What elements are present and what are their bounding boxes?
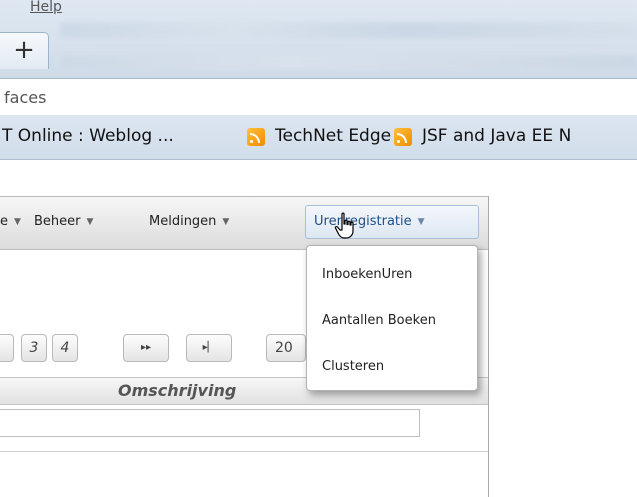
browser-toolbar: Help + — [0, 0, 637, 78]
menu-item-aantallen-boeken[interactable]: Aantallen Boeken — [322, 313, 436, 328]
page-button-4[interactable]: 4 — [52, 334, 78, 362]
rss-feed-icon — [394, 128, 412, 146]
hand-cursor-icon — [334, 212, 354, 239]
bookmark-weblog[interactable]: T Online : Weblog ... — [2, 126, 174, 146]
column-header-omschrijving[interactable]: Omschrijving — [118, 381, 236, 400]
new-tab-button[interactable]: + — [0, 32, 49, 69]
menu-item-beheer[interactable]: Beheer ▼ — [34, 214, 93, 229]
menu-bar-blurred — [60, 22, 637, 38]
rows-per-page-select[interactable]: 20 — [266, 334, 306, 362]
caret-down-icon: ▼ — [86, 217, 94, 227]
bookmark-jsf-java-ee[interactable]: JSF and Java EE N — [422, 126, 571, 146]
caret-down-icon: ▼ — [417, 217, 425, 227]
caret-down-icon: ▼ — [14, 217, 21, 227]
app-menubar: e ▼ Beheer ▼ Meldingen ▼ Urenregistratie ▼ — [0, 197, 488, 250]
bookmarks-bar: T Online : Weblog ... TechNet Edge JSF a… — [0, 115, 637, 160]
table-divider — [0, 451, 488, 452]
menu-item-urenregistratie[interactable]: Urenregistratie ▼ — [305, 205, 479, 239]
menu-item-clusteren[interactable]: Clusteren — [322, 359, 384, 374]
toolbar-blurred — [60, 55, 637, 69]
urenregistratie-dropdown: InboekenUren Aantallen Boeken Clusteren — [306, 245, 478, 391]
menu-item-meldingen[interactable]: Meldingen ▼ — [149, 214, 229, 229]
page-button-3[interactable]: 3 — [21, 334, 47, 362]
menu-item-partial[interactable]: e ▼ — [0, 214, 21, 229]
next-page-button[interactable]: ▸▸ — [123, 334, 169, 362]
menu-help[interactable]: Help — [30, 0, 62, 14]
bookmark-technet-edge[interactable]: TechNet Edge — [275, 126, 391, 146]
rss-feed-icon — [247, 128, 265, 146]
column-filter-input[interactable] — [0, 409, 420, 437]
caret-down-icon: ▼ — [222, 217, 230, 227]
address-text: faces — [4, 88, 47, 107]
last-page-button[interactable]: ▸▏ — [186, 334, 232, 362]
address-bar[interactable]: faces — [0, 78, 637, 116]
menu-item-inboekenuren[interactable]: InboekenUren — [322, 267, 412, 282]
page-button-partial[interactable] — [0, 334, 14, 362]
